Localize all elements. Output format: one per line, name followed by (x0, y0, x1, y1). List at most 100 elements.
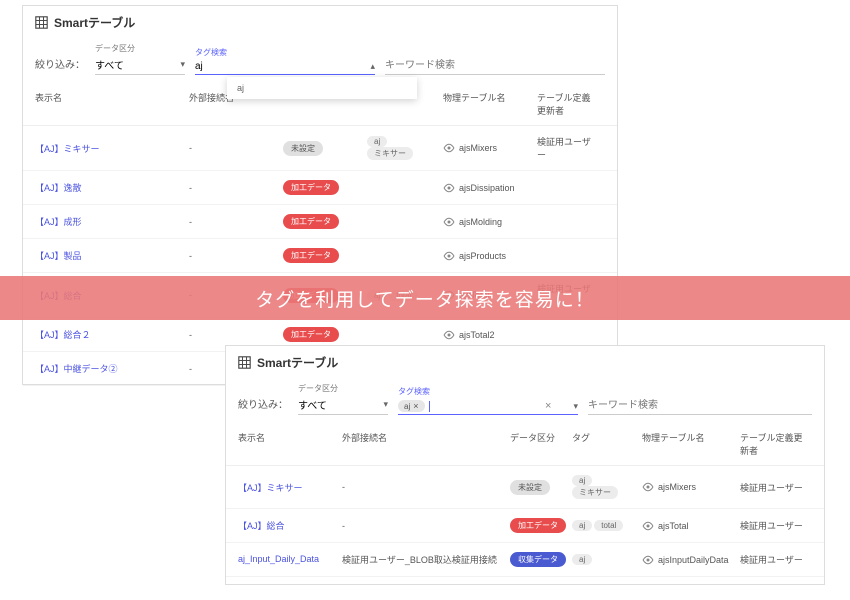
tag-chip[interactable]: ミキサー (572, 486, 618, 499)
col-header: テーブル定義更新者 (740, 431, 812, 457)
category-label: データ区分 (298, 383, 388, 394)
phys-name: ajsDissipation (443, 182, 537, 194)
ext-name: - (189, 183, 283, 193)
smart-table-panel-b: Smartテーブル 絞り込み： データ区分 すべて▾ タグ検索 aj× × ▾ … (225, 345, 825, 585)
category-label: データ区分 (95, 43, 185, 54)
updater: 検証用ユーザー (740, 481, 812, 494)
tag-label: タグ検索 (398, 386, 578, 397)
phys-name: ajsMixers (642, 481, 740, 493)
row-name-link[interactable]: aj_Input_Daily_Data (238, 554, 319, 564)
table-row: 【AJ】総合-加工データajtotalajsTotal検証用ユーザー (226, 509, 824, 543)
smart-table-panel-a: Smartテーブル 絞り込み： データ区分 すべて▾ タグ検索 aj▴ aj 表… (22, 5, 618, 385)
eye-icon (642, 554, 654, 566)
row-name-link[interactable]: 【AJ】逸散 (35, 183, 82, 193)
category-pill: 加工データ (283, 180, 339, 195)
row-name-link[interactable]: 【AJ】ミキサー (35, 144, 100, 154)
row-name-link[interactable]: 【AJ】総合 (238, 521, 285, 531)
table-header: 表示名 外部接続名 データ区分 タグ 物理テーブル名 テーブル定義更新者 (226, 423, 824, 466)
chevron-down-icon: ▾ (365, 399, 388, 410)
filter-row: 絞り込み： データ区分 すべて▾ タグ検索 aj▴ aj (23, 39, 617, 83)
ext-name: 検証用ユーザー_BLOB取込検証用接続 (342, 553, 510, 566)
panel-title: Smartテーブル (257, 354, 338, 371)
tags-cell: aj (572, 554, 642, 565)
col-header: 物理テーブル名 (443, 91, 537, 117)
col-header: 表示名 (35, 91, 189, 117)
category-pill: 未設定 (510, 480, 550, 495)
phys-name: ajsMixers (443, 142, 537, 154)
row-name-link[interactable]: 【AJ】製品 (35, 251, 82, 261)
tags-cell: ajミキサー (367, 136, 443, 160)
remove-chip-icon[interactable]: × (413, 401, 418, 411)
keyword-input[interactable] (385, 57, 605, 75)
dropdown-item[interactable]: aj (237, 83, 244, 93)
panel-title: Smartテーブル (54, 14, 135, 31)
col-header: 表示名 (238, 431, 342, 457)
tag-chip[interactable]: aj (572, 520, 592, 531)
updater: 検証用ユーザー (740, 519, 812, 532)
tag-chip[interactable]: aj× (398, 400, 425, 412)
category-pill: 加工データ (510, 518, 566, 533)
chevron-down-icon: ▾ (555, 401, 578, 412)
chevron-down-icon: ▾ (162, 59, 185, 70)
col-header: テーブル定義更新者 (537, 91, 605, 117)
phys-name: ajsInputDailyData (642, 554, 740, 566)
eye-icon (642, 520, 654, 532)
eye-icon (443, 182, 455, 194)
tag-chip[interactable]: aj (367, 136, 387, 147)
category-pill: 未設定 (283, 141, 323, 156)
row-name-link[interactable]: 【AJ】中継データ② (35, 364, 118, 374)
keyword-search[interactable] (385, 57, 605, 75)
eye-icon (642, 481, 654, 493)
table: 表示名 外部接続名 物理テーブル名 テーブル定義更新者 【AJ】ミキサー-未設定… (23, 83, 617, 386)
updater: 検証用ユーザー (537, 135, 605, 161)
col-header: 物理テーブル名 (642, 431, 740, 457)
ext-name: - (189, 330, 283, 340)
table-row: 【AJ】ミキサー-未設定ajミキサーajsMixers検証用ユーザー (226, 466, 824, 509)
category-pill: 加工データ (283, 214, 339, 229)
table-icon (238, 356, 251, 369)
category-pill: 収集データ (510, 552, 566, 567)
phys-name: ajsMolding (443, 216, 537, 228)
row-name-link[interactable]: 【AJ】成形 (35, 217, 82, 227)
table-row: aj_Input_Daily_Data 検証用ユーザー_BLOB取込検証用接続収集… (226, 543, 824, 577)
table-row: 【AJ】ミキサー-未設定ajミキサーajsMixers検証用ユーザー (23, 126, 617, 171)
table: 表示名 外部接続名 データ区分 タグ 物理テーブル名 テーブル定義更新者 【AJ… (226, 423, 824, 577)
tags-cell: ajミキサー (572, 475, 642, 499)
tag-chip[interactable]: total (594, 520, 623, 531)
tag-dropdown[interactable]: aj (227, 77, 417, 99)
tag-chip[interactable]: aj (572, 475, 592, 486)
tags-cell: ajtotal (572, 520, 642, 531)
clear-icon[interactable]: × (545, 400, 551, 412)
keyword-input[interactable] (588, 397, 812, 415)
table-row: 【AJ】成形 -加工データ ajsMolding (23, 205, 617, 239)
keyword-search[interactable] (588, 397, 812, 415)
text-cursor (429, 401, 430, 412)
phys-name: ajsProducts (443, 250, 537, 262)
eye-icon (443, 329, 455, 341)
category-pill: 加工データ (283, 327, 339, 342)
eye-icon (443, 142, 455, 154)
tag-chip[interactable]: aj (572, 554, 592, 565)
ext-name: - (189, 143, 283, 153)
category-pill: 加工データ (283, 248, 339, 263)
row-name-link[interactable]: 【AJ】総合２ (35, 330, 91, 340)
ext-name: - (189, 217, 283, 227)
col-header: タグ (572, 431, 642, 457)
tag-filter[interactable]: タグ検索 aj▴ (195, 47, 375, 75)
ext-name: - (342, 521, 510, 531)
chevron-down-icon: ▴ (352, 61, 375, 72)
phys-name: ajsTotal (642, 520, 740, 532)
tag-chip[interactable]: ミキサー (367, 147, 413, 160)
tag-label: タグ検索 (195, 47, 375, 58)
category-filter[interactable]: データ区分 すべて▾ (95, 43, 185, 75)
table-icon (35, 16, 48, 29)
panel-header: Smartテーブル (226, 346, 824, 379)
category-filter[interactable]: データ区分 すべて▾ (298, 383, 388, 415)
table-row: 【AJ】製品-加工データajsProducts (23, 239, 617, 273)
eye-icon (443, 216, 455, 228)
phys-name: ajsTotal2 (443, 329, 537, 341)
row-name-link[interactable]: 【AJ】ミキサー (238, 483, 303, 493)
eye-icon (443, 250, 455, 262)
table-row: 【AJ】逸散 -加工データ ajsDissipation (23, 171, 617, 205)
tag-filter[interactable]: タグ検索 aj× × ▾ (398, 386, 578, 415)
